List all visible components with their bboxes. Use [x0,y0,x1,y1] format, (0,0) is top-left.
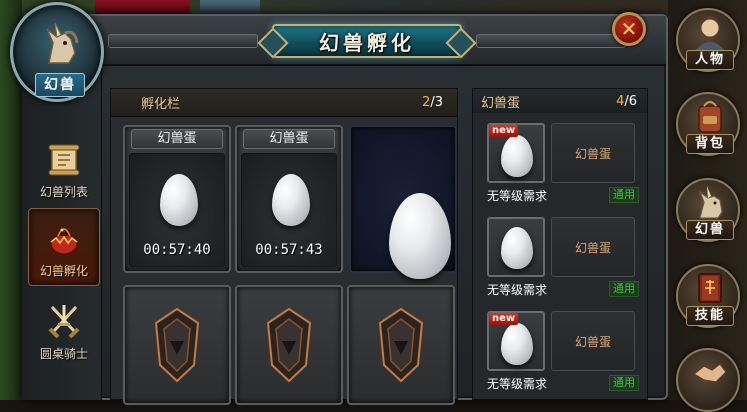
crossed-swords-icon [48,305,80,339]
inventory-count: 4/6 [616,94,637,109]
new-badge: new [489,125,519,137]
tab-round-table-knights[interactable]: 圆桌骑士 [28,290,100,368]
inventory-item[interactable]: new 幻兽蛋 无等级需求 通用 [487,123,639,205]
hatching-egg-icon [50,228,78,255]
pet-egg-icon [501,227,533,269]
item-tag: 通用 [609,375,639,391]
skill-book-icon [698,273,722,303]
locked-slot [347,285,455,405]
locked-slot [123,285,231,405]
inventory-title: 幻兽蛋 [481,95,521,111]
menu-backpack-button[interactable]: 背包 [676,92,740,156]
item-thumbnail: new [487,311,545,371]
unicorn-icon [698,186,723,219]
hatch-slot-2[interactable]: 幻兽蛋 00:57:43 [235,125,343,273]
title-plate: 幻兽孵化 [272,24,462,58]
hatch-timer: 00:57:40 [143,242,211,258]
left-tab-column: 幻兽列表 幻兽孵化 圆桌骑士 [22,64,102,400]
tab-label: 圆桌骑士 [39,347,88,361]
item-tag: 通用 [609,281,639,297]
item-requirement: 无等级需求 [487,189,548,203]
inventory-item[interactable]: new 幻兽蛋 无等级需求 通用 [487,311,639,393]
pet-egg-icon [272,174,310,226]
backpack-icon [698,101,722,133]
lock-emblem-icon [154,307,200,383]
unicorn-head-icon [46,22,79,64]
new-badge: new [489,313,519,325]
pet-egg-icon [501,323,533,365]
hatch-slot-count: 2/3 [422,95,443,110]
menu-pet-button[interactable]: 幻兽 [676,178,740,242]
hatch-timer: 00:57:43 [255,242,323,258]
slot-name: 幻兽蛋 [243,129,335,149]
window-title: 幻兽孵化 [319,30,415,55]
window-header: 幻兽孵化 [24,16,666,66]
menu-label: 人物 [686,50,734,70]
character-portrait-icon [696,16,724,50]
tab-pet-hatch[interactable]: 幻兽孵化 [28,208,100,286]
hatch-slot-1[interactable]: 幻兽蛋 00:57:40 [123,125,231,273]
item-thumbnail [487,217,545,277]
item-name: 幻兽蛋 [551,217,635,277]
item-name: 幻兽蛋 [551,311,635,371]
hatch-panel: 孵化栏 2/3 幻兽蛋 00:57:40 幻兽蛋 00:57:43 [110,88,458,405]
dragged-egg-icon[interactable] [389,193,451,279]
hp-bar-strip [95,0,190,14]
close-icon: ✕ [620,17,638,41]
close-button[interactable]: ✕ [612,12,646,46]
hatch-panel-header: 孵化栏 2/3 [111,89,457,117]
menu-label: 幻兽 [686,220,734,240]
pet-egg-icon [501,135,533,177]
hatch-panel-title: 孵化栏 [141,97,181,112]
menu-skill-button[interactable]: 技能 [676,264,740,328]
inventory-item[interactable]: 幻兽蛋 无等级需求 通用 [487,217,639,299]
menu-character-button[interactable]: 人物 [676,8,740,72]
egg-inventory-panel: 幻兽蛋 4/6 new 幻兽蛋 无等级需求 通用 幻兽蛋 无等级需求 通用 ne… [472,88,648,400]
slot-inner: 00:57:40 [129,153,225,267]
item-thumbnail: new [487,123,545,183]
handshake-icon [692,363,727,383]
inventory-count-total: /6 [624,93,637,109]
medallion-label: 幻兽 [35,73,85,97]
item-tag: 通用 [609,187,639,203]
pet-egg-icon [160,174,198,226]
header-ornament-left [108,34,258,48]
menu-social-button[interactable] [676,348,740,412]
item-requirement: 无等级需求 [487,377,548,391]
locked-slot [235,285,343,405]
tab-label: 幻兽列表 [39,185,88,199]
tab-pet-list[interactable]: 幻兽列表 [28,128,100,206]
hatch-slot-3-empty[interactable] [349,125,457,279]
slot-name: 幻兽蛋 [131,129,223,149]
slot-inner: 00:57:43 [241,153,337,267]
menu-label: 技能 [686,306,734,326]
item-requirement: 无等级需求 [487,283,548,297]
header-ornament-right [476,34,626,48]
top-ornament [200,0,260,14]
pet-medallion: 幻兽 [10,2,104,102]
item-name: 幻兽蛋 [551,123,635,183]
inventory-header: 幻兽蛋 4/6 [473,89,647,113]
scroll-icon [48,144,80,176]
lock-emblem-icon [378,307,424,383]
hatch-count-total: /3 [430,95,443,110]
lock-emblem-icon [266,307,312,383]
tab-label: 幻兽孵化 [39,264,88,278]
menu-label: 背包 [686,134,734,154]
